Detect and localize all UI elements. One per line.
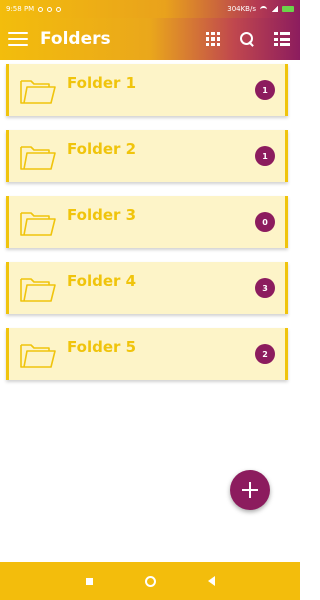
item-count-badge: 3: [255, 278, 275, 298]
folder-icon: [20, 278, 56, 302]
signal-icon: [271, 6, 278, 12]
search-icon[interactable]: [240, 32, 254, 46]
app-bar: Folders: [0, 18, 300, 60]
status-time: 9:58 PM: [6, 5, 35, 13]
page-title: Folders: [40, 29, 111, 49]
folder-card[interactable]: Folder 1 1: [6, 64, 288, 116]
item-count-badge: 2: [255, 344, 275, 364]
item-count-badge: 1: [255, 80, 275, 100]
folder-name: Folder 3: [67, 206, 137, 224]
folder-icon: [20, 344, 56, 368]
grid-view-icon[interactable]: [206, 32, 220, 46]
folder-icon: [20, 80, 56, 104]
item-count-badge: 1: [255, 146, 275, 166]
status-bar: 9:58 PM 304KB/s: [0, 0, 300, 18]
folder-card[interactable]: Folder 3 0: [6, 196, 288, 248]
list-view-icon[interactable]: [274, 32, 290, 46]
recents-icon[interactable]: [85, 577, 93, 585]
folder-name: Folder 5: [67, 338, 137, 356]
battery-icon: [282, 6, 294, 12]
folder-name: Folder 1: [67, 74, 137, 92]
folder-list: Folder 1 1 Folder 2 1 Folder 3 0 Folder …: [6, 64, 294, 394]
folder-card[interactable]: Folder 2 1: [6, 130, 288, 182]
wifi-icon: [260, 6, 267, 12]
notification-icon: [38, 6, 44, 12]
item-count-badge: 0: [255, 212, 275, 232]
app-notification-icon: [56, 6, 62, 12]
network-speed: 304KB/s: [227, 5, 256, 13]
home-icon[interactable]: [144, 575, 156, 587]
folder-card[interactable]: Folder 5 2: [6, 328, 288, 380]
add-folder-button[interactable]: [230, 470, 270, 510]
folder-icon: [20, 212, 56, 236]
back-icon[interactable]: [207, 576, 215, 586]
system-nav-bar: [0, 562, 300, 600]
folder-name: Folder 2: [67, 140, 137, 158]
folder-card[interactable]: Folder 4 3: [6, 262, 288, 314]
folder-icon: [20, 146, 56, 170]
menu-icon[interactable]: [8, 32, 28, 46]
folder-name: Folder 4: [67, 272, 137, 290]
instagram-icon: [47, 6, 53, 12]
